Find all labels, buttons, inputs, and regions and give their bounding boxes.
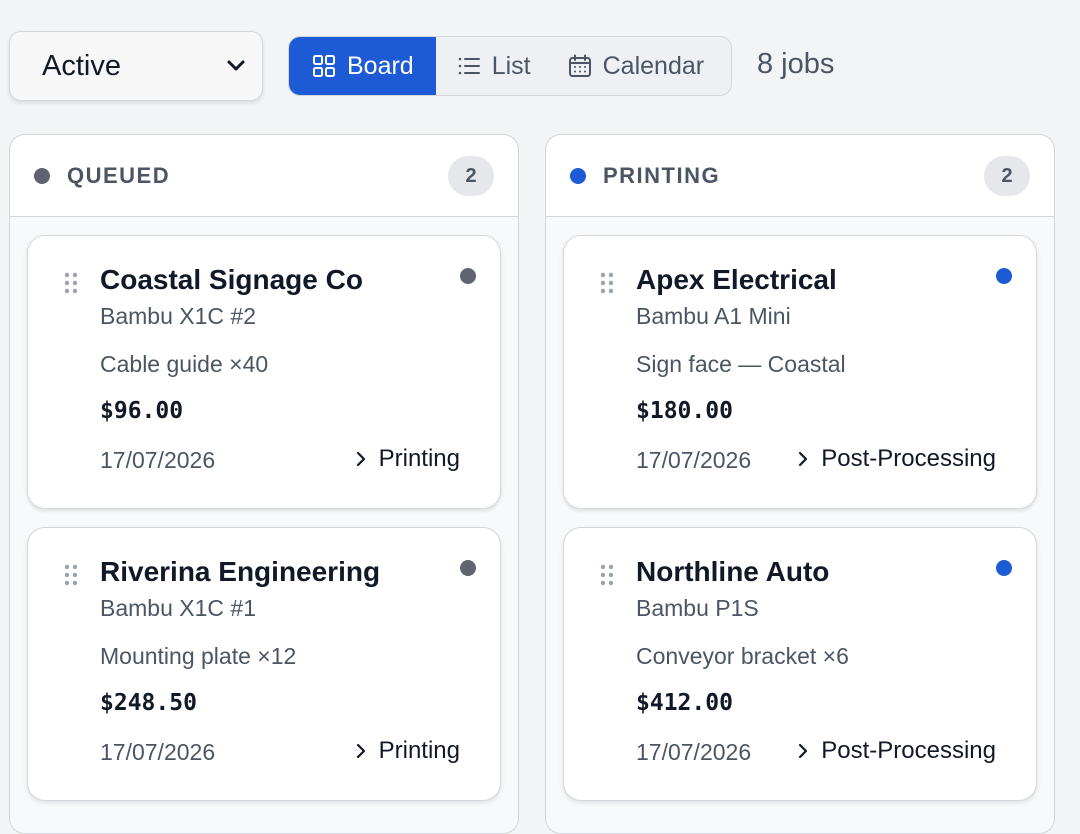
view-board-label: Board [347, 51, 414, 80]
column-count-badge: 2 [984, 156, 1030, 196]
drag-handle-icon[interactable] [600, 564, 614, 586]
list-icon [458, 57, 480, 75]
status-filter-select[interactable]: Active [9, 31, 263, 101]
job-client: Northline Auto [636, 556, 830, 587]
chevron-right-icon [799, 743, 808, 759]
view-list-button[interactable]: List [436, 37, 549, 95]
drag-handle-icon[interactable] [64, 272, 78, 294]
status-filter-value: Active [42, 49, 121, 82]
job-date: 17/07/2026 [636, 739, 752, 765]
job-count: 8 jobs [757, 48, 835, 80]
job-card[interactable]: Northline Auto Bambu P1S Conveyor bracke… [563, 527, 1037, 801]
view-list-label: List [491, 51, 531, 80]
chevron-right-icon [356, 743, 365, 759]
advance-stage-button[interactable]: Post-Processing [797, 737, 996, 765]
job-date: 17/07/2026 [636, 447, 752, 473]
job-price: $180.00 [636, 398, 733, 424]
chevron-down-icon [227, 60, 245, 71]
status-dot [460, 560, 476, 576]
view-board-button[interactable]: Board [289, 37, 436, 95]
column-title: QUEUED [67, 162, 171, 188]
column-header: QUEUED 2 [10, 135, 518, 217]
next-stage-label: Post-Processing [821, 737, 996, 764]
next-stage-label: Post-Processing [821, 445, 996, 472]
chevron-right-icon [799, 451, 808, 467]
status-dot [996, 560, 1012, 576]
column-header: PRINTING 2 [546, 135, 1054, 217]
job-client: Apex Electrical [636, 264, 837, 295]
advance-stage-button[interactable]: Printing [355, 445, 460, 473]
calendar-icon [568, 54, 591, 77]
job-price: $96.00 [100, 398, 184, 424]
status-dot [996, 268, 1012, 284]
job-date: 17/07/2026 [100, 739, 216, 765]
job-item: Mounting plate ×12 [100, 643, 297, 669]
status-dot [460, 268, 476, 284]
drag-handle-icon[interactable] [64, 564, 78, 586]
job-card[interactable]: Coastal Signage Co Bambu X1C #2 Cable gu… [27, 235, 501, 509]
job-printer: Bambu A1 Mini [636, 303, 791, 329]
drag-handle-icon[interactable] [600, 272, 614, 294]
status-dot [34, 167, 50, 184]
column-queued: QUEUED 2 Coastal Signage Co Bambu X1C #2… [9, 134, 519, 834]
column-count-badge: 2 [448, 156, 494, 196]
advance-stage-button[interactable]: Printing [355, 737, 460, 765]
job-item: Conveyor bracket ×6 [636, 643, 849, 669]
grid-icon [313, 55, 335, 77]
job-client: Riverina Engineering [100, 556, 381, 587]
view-toggle: Board List Calendar [288, 36, 732, 96]
job-printer: Bambu P1S [636, 595, 759, 621]
status-dot [570, 167, 586, 184]
job-price: $248.50 [100, 690, 197, 716]
job-printer: Bambu X1C #1 [100, 595, 256, 621]
next-stage-label: Printing [378, 737, 460, 764]
column-printing: PRINTING 2 Apex Electrical Bambu A1 Mini… [545, 134, 1055, 834]
job-item: Cable guide ×40 [100, 351, 269, 377]
job-card[interactable]: Riverina Engineering Bambu X1C #1 Mounti… [27, 527, 501, 801]
view-calendar-label: Calendar [602, 51, 705, 80]
job-item: Sign face — Coastal [636, 351, 846, 377]
view-calendar-button[interactable]: Calendar [549, 37, 726, 95]
next-stage-label: Printing [378, 445, 460, 472]
column-title: PRINTING [603, 162, 721, 188]
chevron-right-icon [356, 451, 365, 467]
job-date: 17/07/2026 [100, 447, 216, 473]
job-printer: Bambu X1C #2 [100, 303, 256, 329]
advance-stage-button[interactable]: Post-Processing [797, 445, 996, 473]
job-price: $412.00 [636, 690, 733, 716]
job-client: Coastal Signage Co [100, 264, 363, 295]
job-card[interactable]: Apex Electrical Bambu A1 Mini Sign face … [563, 235, 1037, 509]
